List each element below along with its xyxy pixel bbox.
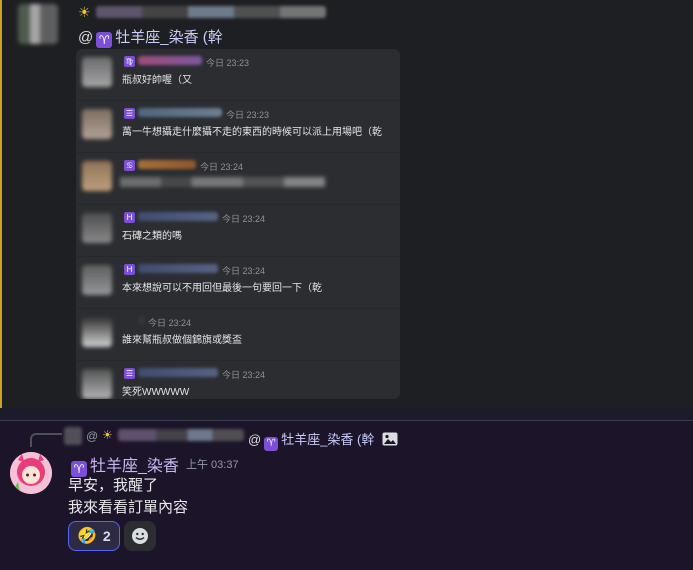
rofl-emoji-icon: 🤣 xyxy=(77,528,97,545)
embed-username-redacted xyxy=(138,212,218,221)
embed-message-row: ☰ 今日 23:23 萬一牛想攝走什麼攝不走的東西的時候可以派上用場吧（乾 xyxy=(76,101,400,153)
embed-avatar-redacted xyxy=(82,161,112,191)
embed-avatar-redacted xyxy=(82,265,112,295)
sun-icon: ☀ xyxy=(102,428,113,442)
mention-name[interactable]: 牡羊座_染香 (幹 xyxy=(115,29,223,46)
smiley-add-icon xyxy=(132,528,148,544)
embed-message-row: ☰ 今日 23:24 笑死WWWWW xyxy=(76,361,400,399)
embed-timestamp: 今日 23:24 xyxy=(200,162,244,172)
reply-avatar-redacted[interactable] xyxy=(64,427,82,445)
embed-message-redacted xyxy=(120,177,325,187)
reply-username-redacted[interactable] xyxy=(118,429,244,441)
embed-message-row: H 今日 23:24 石磚之類的嗎 xyxy=(76,205,400,257)
embed-message-text: 笑死WWWWW xyxy=(122,387,190,398)
message-line: 我來看看訂單內容 xyxy=(68,499,189,516)
embed-username-redacted xyxy=(138,368,218,377)
aries-icon: ♈ xyxy=(264,437,279,451)
timestamp[interactable]: 上午 03:37 xyxy=(186,456,239,472)
embed-username-redacted xyxy=(138,160,196,169)
embed-username-redacted xyxy=(138,316,144,325)
role-badge-icon: ♍ xyxy=(124,56,135,67)
message-line: 早安，我醒了 xyxy=(68,477,159,494)
embed-message-text: 本來想說可以不用回但最後一句要回一下（乾 xyxy=(122,283,322,294)
username-redacted[interactable] xyxy=(96,6,326,18)
role-badge-icon: ☰ xyxy=(124,108,135,119)
role-badge-icon: H xyxy=(124,212,135,223)
role-badge-icon: ☰ xyxy=(124,368,135,379)
embed-avatar-redacted xyxy=(82,369,112,399)
embed-timestamp: 今日 23:24 xyxy=(222,266,266,276)
author-name-text: 牡羊座_染香 xyxy=(90,458,179,475)
avatar-redacted[interactable] xyxy=(18,4,58,44)
embed-username-redacted xyxy=(138,108,222,117)
highlighted-message[interactable]: ☀ @ ♈ 牡羊座_染香 (幹 ♍ 今日 23:23 瓶叔好帥喔（又 ☰ 今日 23:23 萬… xyxy=(0,0,693,408)
sun-icon: ☀ xyxy=(78,4,91,20)
embed-message-row: ♍ 今日 23:23 瓶叔好帥喔（又 xyxy=(76,49,400,101)
embed-timestamp: 今日 23:24 xyxy=(148,318,192,328)
embed-message-row: H 今日 23:24 本來想說可以不用回但最後一句要回一下（乾 xyxy=(76,257,400,309)
embedded-screenshot[interactable]: ♍ 今日 23:23 瓶叔好帥喔（又 ☰ 今日 23:23 萬一牛想攝走什麼攝不走的東西的… xyxy=(76,49,400,399)
at-sign: @ xyxy=(248,432,262,447)
embed-message-row: 今日 23:24 誰來幫瓶叔做個錦旗或獎盃 xyxy=(76,309,400,361)
embed-message-text: 石磚之類的嗎 xyxy=(122,231,182,242)
reply-mention-name: 牡羊座_染香 (幹 xyxy=(281,432,375,447)
embed-timestamp: 今日 23:23 xyxy=(206,58,250,68)
mention-line[interactable]: @ ♈ 牡羊座_染香 (幹 xyxy=(78,26,223,48)
message[interactable]: @ ☀ @ ♈ 牡羊座_染香 (幹 ♈ 牡羊座_染香 上午 03:37 早安，我醒了 … xyxy=(0,421,693,570)
reaction-count: 2 xyxy=(102,528,111,544)
embed-username-redacted xyxy=(138,56,202,65)
aries-icon: ♈ xyxy=(96,32,113,48)
image-icon xyxy=(382,432,398,446)
embed-avatar-redacted xyxy=(82,213,112,243)
embed-message-text: 萬一牛想攝走什麼攝不走的東西的時候可以派上用場吧（乾 xyxy=(122,127,382,138)
reaction-button[interactable]: 🤣 2 xyxy=(68,521,120,551)
embed-timestamp: 今日 23:24 xyxy=(222,370,266,380)
embed-avatar-redacted xyxy=(82,317,112,347)
avatar[interactable] xyxy=(10,452,52,494)
embed-avatar-redacted xyxy=(82,109,112,139)
role-badge-icon: ♋ xyxy=(124,160,135,171)
reply-connector xyxy=(30,433,62,447)
role-badge-icon: H xyxy=(124,264,135,275)
reply-at: @ xyxy=(86,429,99,443)
embed-username-redacted xyxy=(138,264,218,273)
at-sign: @ xyxy=(78,29,94,46)
embed-message-row: ♋ 今日 23:24 xyxy=(76,153,400,205)
embed-timestamp: 今日 23:23 xyxy=(226,110,270,120)
embed-message-text: 瓶叔好帥喔（又 xyxy=(122,75,192,86)
embed-message-text: 誰來幫瓶叔做個錦旗或獎盃 xyxy=(122,335,242,346)
add-reaction-button[interactable] xyxy=(124,521,156,551)
reply-preview[interactable]: @ ♈ 牡羊座_染香 (幹 xyxy=(248,429,398,451)
embed-avatar-redacted xyxy=(82,57,112,87)
anime-avatar-icon xyxy=(10,452,52,494)
embed-timestamp: 今日 23:24 xyxy=(222,214,266,224)
